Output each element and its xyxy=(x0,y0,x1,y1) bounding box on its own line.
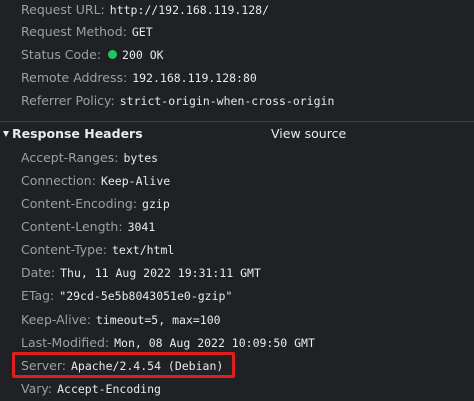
header-value: 192.168.119.128:80 xyxy=(132,71,257,85)
header-key: Content-Encoding: xyxy=(21,196,138,211)
network-headers-panel: Request URL: http://192.168.119.128/ Requ… xyxy=(0,0,474,401)
section-title[interactable]: Response Headers xyxy=(12,123,143,145)
header-value: Mon, 08 Aug 2022 10:09:50 GMT xyxy=(114,336,315,350)
response-header-row: Vary: Accept-Encoding xyxy=(21,379,161,399)
response-header-row: Accept-Ranges: bytes xyxy=(21,148,158,168)
header-value: timeout=5, max=100 xyxy=(95,313,221,327)
header-key: Content-Type: xyxy=(21,242,107,257)
response-header-row: Keep-Alive: timeout=5, max=100 xyxy=(21,310,221,330)
response-header-row: Connection: Keep-Alive xyxy=(21,171,170,191)
header-value: GET xyxy=(131,25,153,39)
header-value: bytes xyxy=(123,151,159,165)
view-source-link[interactable]: View source xyxy=(271,123,346,145)
response-header-row: Date: Thu, 11 Aug 2022 19:31:11 GMT xyxy=(21,263,261,283)
header-key: Keep-Alive: xyxy=(21,312,91,327)
header-value: "29cd-5e5b8043051e0-gzip" xyxy=(59,289,233,303)
response-headers-section-header[interactable]: Response Headers View source xyxy=(0,123,474,145)
header-key: Status Code: xyxy=(21,47,102,62)
header-key: ETag: xyxy=(21,288,55,303)
header-key: Remote Address: xyxy=(21,70,128,85)
header-value: Accept-Encoding xyxy=(57,382,161,396)
header-key: Request URL: xyxy=(21,2,105,17)
general-row-request-method: Request Method: GET xyxy=(21,22,153,42)
header-value: gzip xyxy=(142,197,170,211)
header-key: Accept-Ranges: xyxy=(21,150,119,165)
header-key: Request Method: xyxy=(21,24,127,39)
header-key: Connection: xyxy=(21,173,96,188)
header-value: Keep-Alive xyxy=(100,174,171,188)
header-value: text/html xyxy=(112,243,175,257)
response-header-row: Content-Encoding: gzip xyxy=(21,194,170,214)
header-key: Vary: xyxy=(21,381,53,396)
triangle-down-icon[interactable] xyxy=(3,131,9,137)
header-key: Last-Modified: xyxy=(21,335,110,350)
response-header-row: Content-Length: 3041 xyxy=(21,217,155,237)
header-value: 3041 xyxy=(127,220,156,234)
general-row-request-url: Request URL: http://192.168.119.128/ xyxy=(21,0,269,20)
header-value: strict-origin-when-cross-origin xyxy=(119,94,335,108)
general-row-remote-address: Remote Address: 192.168.119.128:80 xyxy=(21,68,257,88)
response-header-row: ETag: "29cd-5e5b8043051e0-gzip" xyxy=(21,286,232,306)
header-key: Content-Length: xyxy=(21,219,123,234)
header-value: http://192.168.119.128/ xyxy=(109,3,270,17)
server-highlight-box xyxy=(12,352,235,378)
general-row-referrer-policy: Referrer Policy: strict-origin-when-cross… xyxy=(21,91,334,111)
response-header-row: Content-Type: text/html xyxy=(21,240,174,260)
response-header-row: Last-Modified: Mon, 08 Aug 2022 10:09:50 … xyxy=(21,333,315,353)
header-value: Thu, 11 Aug 2022 19:31:11 GMT xyxy=(60,266,261,280)
header-key: Referrer Policy: xyxy=(21,93,115,108)
general-row-status-code: Status Code: 200 OK xyxy=(21,45,164,65)
header-key: Date: xyxy=(21,265,56,280)
header-value: 200 OK xyxy=(122,48,164,62)
status-dot-icon xyxy=(108,50,118,59)
section-divider xyxy=(0,121,474,122)
